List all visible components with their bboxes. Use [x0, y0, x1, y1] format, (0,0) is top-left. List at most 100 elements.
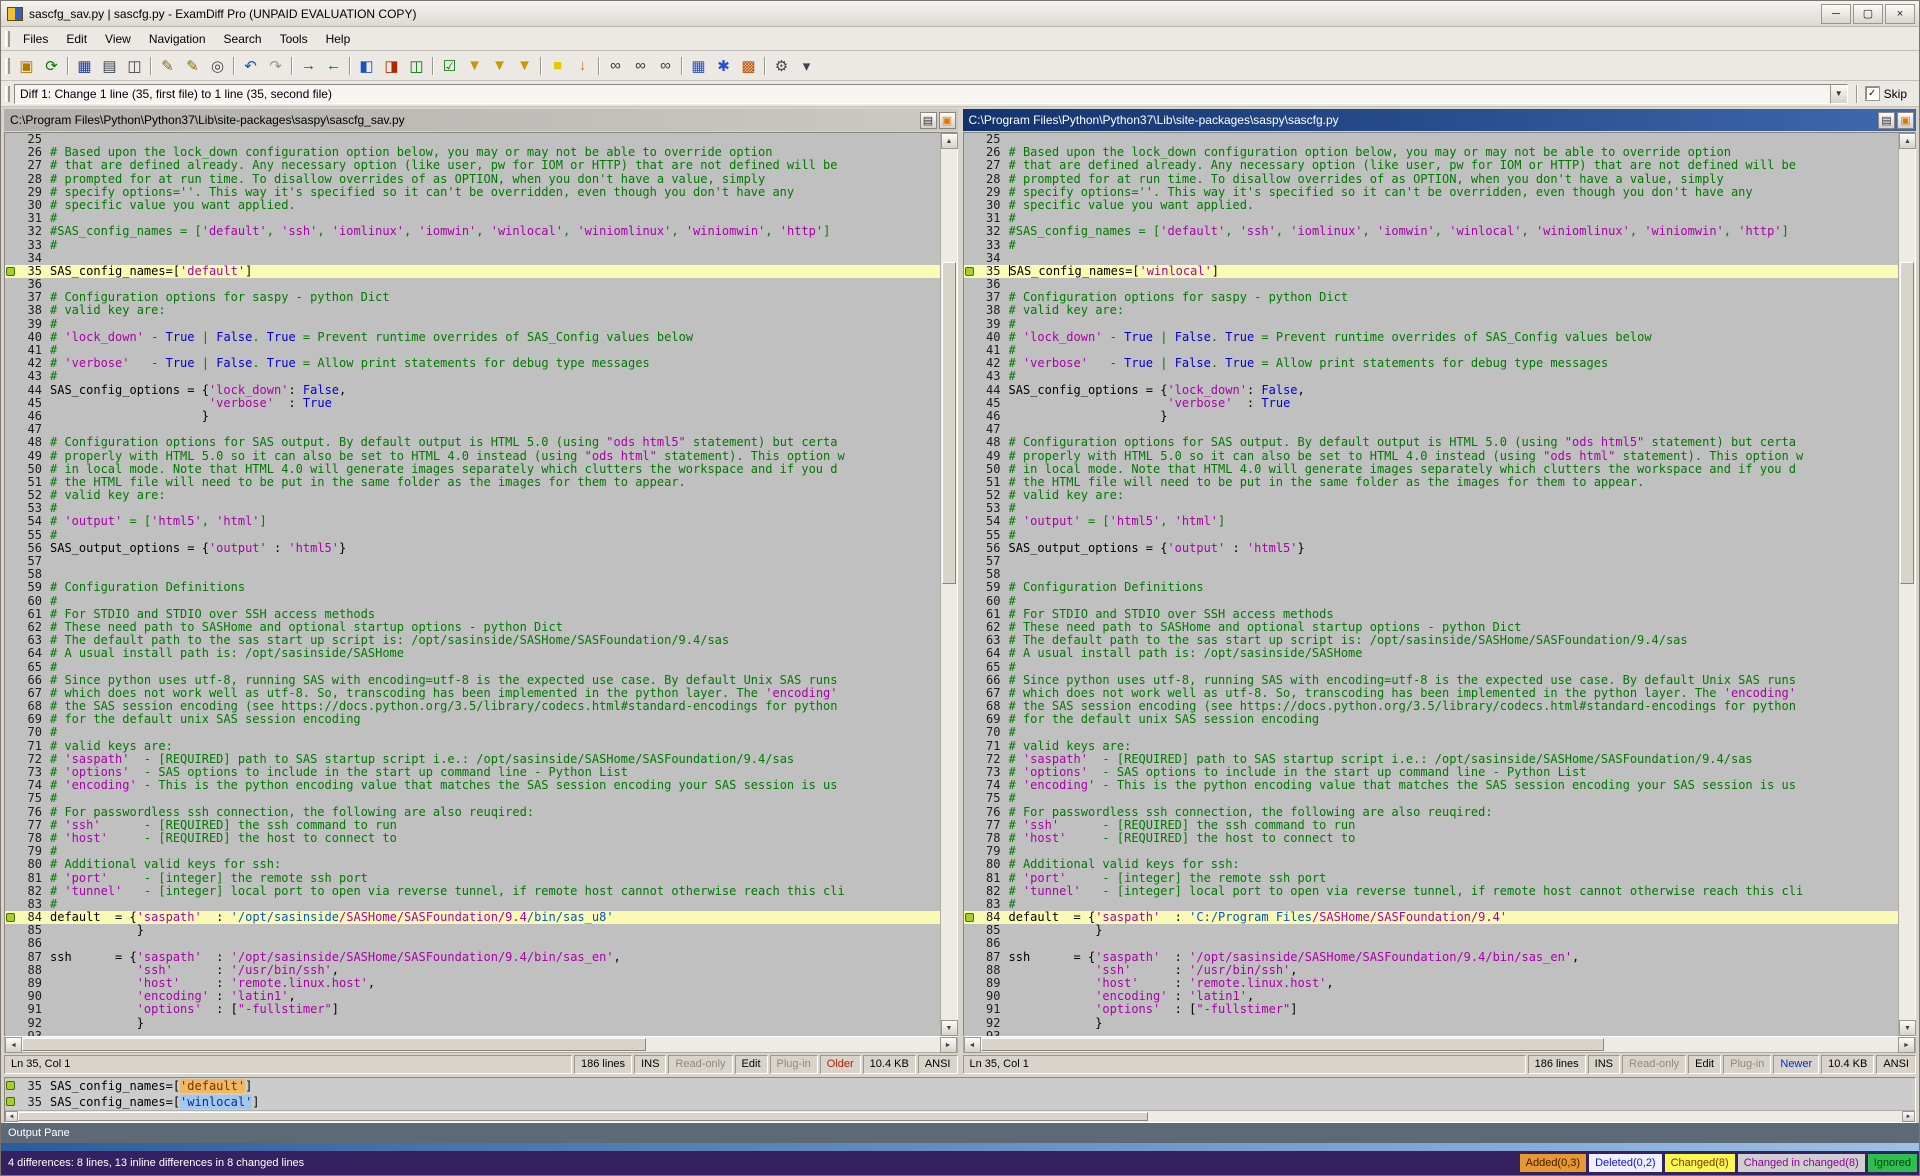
code-line-80[interactable]: 80# Additional valid keys for ssh: — [5, 858, 940, 871]
redo-icon[interactable]: ↷ — [264, 54, 287, 77]
filter-changed-icon[interactable]: ▼ — [513, 54, 536, 77]
right-scroll-thumb[interactable] — [1900, 262, 1914, 584]
prev-diff-icon[interactable]: ← — [322, 54, 345, 77]
code-line-31[interactable]: 31# — [964, 212, 1899, 225]
filter-added-icon[interactable]: ▼ — [463, 54, 486, 77]
code-line-41[interactable]: 41# — [5, 344, 940, 357]
code-line-53[interactable]: 53# — [964, 502, 1899, 515]
code-line-57[interactable]: 57 — [5, 555, 940, 568]
code-line-52[interactable]: 52# valid key are: — [5, 489, 940, 502]
left-horizontal-scrollbar[interactable]: ◄ ► — [4, 1037, 958, 1053]
next-diff-icon[interactable]: → — [297, 54, 320, 77]
code-line-70[interactable]: 70# — [964, 726, 1899, 739]
code-line-33[interactable]: 33# — [964, 239, 1899, 252]
code-line-45[interactable]: 45 'verbose' : True — [964, 397, 1899, 410]
code-line-71[interactable]: 71# valid keys are: — [964, 740, 1899, 753]
code-line-25[interactable]: 25 — [964, 133, 1899, 146]
code-line-52[interactable]: 52# valid key are: — [964, 489, 1899, 502]
code-line-30[interactable]: 30# specific value you want applied. — [964, 199, 1899, 212]
code-line-78[interactable]: 78# 'host' - [REQUIRED] the host to conn… — [5, 832, 940, 845]
code-line-25[interactable]: 25 — [5, 133, 940, 146]
code-line-91[interactable]: 91 'options' : ["-fullstimer"] — [964, 1003, 1899, 1016]
save-icon[interactable]: ▦ — [73, 54, 96, 77]
code-line-37[interactable]: 37# Configuration options for saspy - py… — [964, 291, 1899, 304]
left-vertical-scrollbar[interactable]: ▲ ▼ — [940, 133, 957, 1036]
diff-dropdown-icon[interactable]: ▼ — [1830, 85, 1847, 103]
code-line-61[interactable]: 61# For STDIO and STDIO over SSH access … — [964, 608, 1899, 621]
code-line-64[interactable]: 64# A usual install path is: /opt/sasins… — [964, 647, 1899, 660]
menu-grip[interactable] — [5, 31, 10, 47]
show-second-pane-icon[interactable]: ◨ — [380, 54, 403, 77]
code-line-67[interactable]: 67# which does not work well as utf-8. S… — [5, 687, 940, 700]
code-line-39[interactable]: 39# — [5, 318, 940, 331]
code-line-54[interactable]: 54# 'output' = ['html5', 'html'] — [964, 515, 1899, 528]
code-line-79[interactable]: 79# — [5, 845, 940, 858]
highlight-inline-icon[interactable]: ■ — [546, 54, 569, 77]
open-file-icon[interactable]: ▣ — [939, 112, 956, 129]
code-line-40[interactable]: 40# 'lock_down' - True | False. True = P… — [964, 331, 1899, 344]
minimize-button[interactable]: ─ — [1821, 4, 1851, 24]
code-line-29[interactable]: 29# specify options=''. This way it's sp… — [964, 186, 1899, 199]
scroll-down-icon[interactable]: ▼ — [1899, 1020, 1916, 1036]
code-line-79[interactable]: 79# — [964, 845, 1899, 858]
detail-horizontal-scrollbar[interactable]: ◄ ► — [5, 1110, 1915, 1122]
toolbar-grip[interactable] — [5, 58, 10, 74]
code-line-93[interactable]: 93 — [5, 1030, 940, 1036]
code-line-44[interactable]: 44SAS_config_options = {'lock_down': Fal… — [964, 384, 1899, 397]
code-line-71[interactable]: 71# valid keys are: — [5, 740, 940, 753]
right-path-bar[interactable]: C:\Program Files\Python\Python37\Lib\sit… — [963, 109, 1917, 131]
left-code-area[interactable]: 2526# Based upon the lock_down configura… — [5, 133, 940, 1036]
code-line-72[interactable]: 72# 'saspath' - [REQUIRED] path to SAS s… — [5, 753, 940, 766]
scroll-up-icon[interactable]: ▲ — [1899, 133, 1916, 149]
code-line-38[interactable]: 38# valid key are: — [964, 304, 1899, 317]
code-line-76[interactable]: 76# For passwordless ssh connection, the… — [964, 806, 1899, 819]
code-line-28[interactable]: 28# prompted for at run time. To disallo… — [964, 173, 1899, 186]
find-prev-inline-icon[interactable]: ∞ — [629, 54, 652, 77]
code-line-89[interactable]: 89 'host' : 'remote.linux.host', — [964, 977, 1899, 990]
code-line-40[interactable]: 40# 'lock_down' - True | False. True = P… — [5, 331, 940, 344]
code-line-56[interactable]: 56SAS_output_options = {'output' : 'html… — [5, 542, 940, 555]
code-line-34[interactable]: 34 — [5, 252, 940, 265]
code-line-33[interactable]: 33# — [5, 239, 940, 252]
code-line-43[interactable]: 43# — [5, 370, 940, 383]
code-line-43[interactable]: 43# — [964, 370, 1899, 383]
menu-tools[interactable]: Tools — [271, 27, 317, 50]
code-line-63[interactable]: 63# The default path to the sas start up… — [964, 634, 1899, 647]
code-line-59[interactable]: 59# Configuration Definitions — [5, 581, 940, 594]
code-line-78[interactable]: 78# 'host' - [REQUIRED] the host to conn… — [964, 832, 1899, 845]
code-line-35[interactable]: 35SAS_config_names=['winlocal'] — [964, 265, 1899, 278]
code-line-27[interactable]: 27# that are defined already. Any necess… — [964, 159, 1899, 172]
code-line-62[interactable]: 62# These need path to SASHome and optio… — [5, 621, 940, 634]
code-line-42[interactable]: 42# 'verbose' - True | False. True = All… — [5, 357, 940, 370]
code-line-65[interactable]: 65# — [964, 661, 1899, 674]
code-line-88[interactable]: 88 'ssh' : '/usr/bin/ssh', — [5, 964, 940, 977]
code-line-69[interactable]: 69# for the default unix SAS session enc… — [5, 713, 940, 726]
code-line-42[interactable]: 42# 'verbose' - True | False. True = All… — [964, 357, 1899, 370]
options-icon[interactable]: ⚙ — [770, 54, 793, 77]
code-line-69[interactable]: 69# for the default unix SAS session enc… — [964, 713, 1899, 726]
maximize-button[interactable]: ▢ — [1853, 4, 1883, 24]
code-line-55[interactable]: 55# — [5, 529, 940, 542]
code-line-76[interactable]: 76# For passwordless ssh connection, the… — [5, 806, 940, 819]
code-line-60[interactable]: 60# — [5, 595, 940, 608]
plugins-icon[interactable]: ✱ — [712, 54, 735, 77]
code-line-53[interactable]: 53# — [5, 502, 940, 515]
open-file-icon[interactable]: ▣ — [1897, 112, 1914, 129]
code-line-83[interactable]: 83# — [5, 898, 940, 911]
code-line-48[interactable]: 48# Configuration options for SAS output… — [964, 436, 1899, 449]
statistics-icon[interactable]: ▦ — [687, 54, 710, 77]
open-files-icon[interactable]: ▣ — [15, 54, 38, 77]
code-line-63[interactable]: 63# The default path to the sas start up… — [5, 634, 940, 647]
options-dropdown-icon[interactable]: ▾ — [795, 54, 818, 77]
code-line-90[interactable]: 90 'encoding' : 'latin1', — [964, 990, 1899, 1003]
code-line-58[interactable]: 58 — [964, 568, 1899, 581]
code-line-72[interactable]: 72# 'saspath' - [REQUIRED] path to SAS s… — [964, 753, 1899, 766]
code-line-90[interactable]: 90 'encoding' : 'latin1', — [5, 990, 940, 1003]
right-scroll-track[interactable] — [1899, 149, 1915, 1020]
ignore-options-icon[interactable]: ▩ — [737, 54, 760, 77]
code-line-74[interactable]: 74# 'encoding' - This is the python enco… — [964, 779, 1899, 792]
code-line-34[interactable]: 34 — [964, 252, 1899, 265]
code-line-73[interactable]: 73# 'options' - SAS options to include i… — [964, 766, 1899, 779]
code-line-67[interactable]: 67# which does not work well as utf-8. S… — [964, 687, 1899, 700]
scroll-left-icon[interactable]: ◄ — [964, 1037, 981, 1053]
